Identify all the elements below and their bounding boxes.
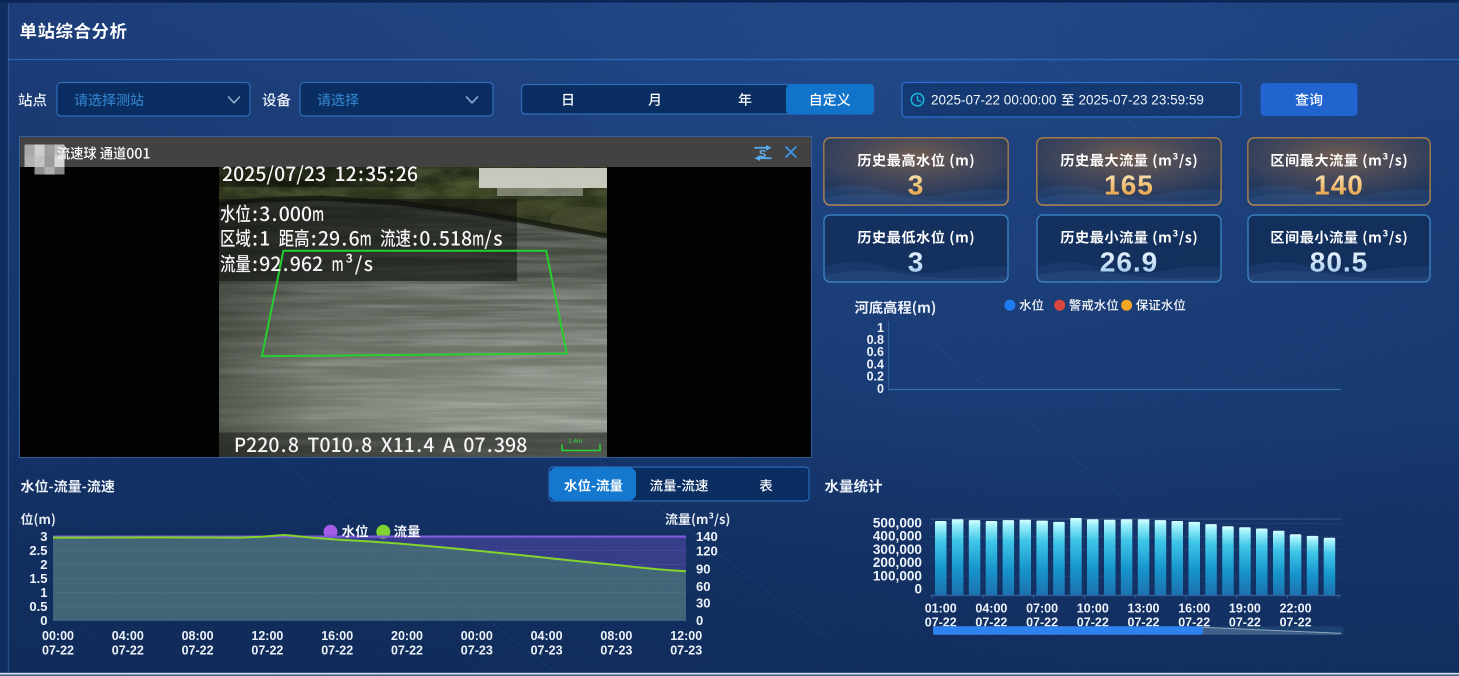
svg-text:2: 2 (40, 557, 47, 572)
svg-text:2025-07-22 00:00:00: 2025-07-22 00:00:00 (931, 92, 1056, 107)
svg-text:0: 0 (914, 582, 922, 597)
svg-text:19:00: 19:00 (1229, 602, 1261, 616)
svg-text:07-22: 07-22 (391, 644, 423, 658)
svg-text:04:00: 04:00 (531, 629, 563, 643)
svg-text:00:00: 00:00 (461, 629, 493, 643)
svg-text:140: 140 (1314, 170, 1364, 201)
svg-text:16:00: 16:00 (1178, 602, 1210, 616)
svg-text:1.4m: 1.4m (568, 438, 582, 445)
svg-text:07-23: 07-23 (461, 644, 493, 658)
svg-text:80.5: 80.5 (1310, 247, 1369, 278)
svg-text:1.5: 1.5 (29, 571, 47, 586)
svg-text:0: 0 (40, 613, 47, 628)
svg-text:08:00: 08:00 (600, 629, 632, 643)
svg-text:07:00: 07:00 (1026, 602, 1058, 616)
svg-text:07-23: 07-23 (670, 644, 702, 658)
svg-text:12:00: 12:00 (670, 629, 702, 643)
svg-text:20:00: 20:00 (391, 629, 423, 643)
svg-text:90: 90 (696, 562, 710, 577)
svg-text:07-22: 07-22 (251, 644, 283, 658)
svg-text:07-23: 07-23 (531, 644, 563, 658)
svg-text:400,000: 400,000 (873, 529, 922, 544)
svg-text:60: 60 (696, 579, 710, 594)
svg-text:120: 120 (696, 544, 718, 559)
svg-text:26.9: 26.9 (1100, 247, 1159, 278)
svg-text:3: 3 (40, 529, 47, 544)
svg-text:2025-07-23 23:59:59: 2025-07-23 23:59:59 (1079, 92, 1204, 107)
svg-text:200,000: 200,000 (873, 555, 922, 570)
svg-text:07-22: 07-22 (112, 644, 144, 658)
svg-text:22:00: 22:00 (1280, 602, 1312, 616)
svg-text:3: 3 (908, 247, 925, 278)
svg-text:30: 30 (696, 596, 710, 611)
svg-text:0: 0 (877, 382, 884, 396)
svg-text:0: 0 (696, 613, 703, 628)
svg-text:16:00: 16:00 (321, 629, 353, 643)
svg-text:12:00: 12:00 (251, 629, 283, 643)
svg-text:10:00: 10:00 (1077, 602, 1109, 616)
svg-text:00:00: 00:00 (42, 629, 74, 643)
svg-text:0.5: 0.5 (29, 599, 47, 614)
svg-text:07-22: 07-22 (182, 644, 214, 658)
svg-text:500,000: 500,000 (873, 516, 922, 531)
svg-text:13:00: 13:00 (1128, 602, 1160, 616)
svg-text:100,000: 100,000 (873, 568, 922, 583)
svg-text:01:00: 01:00 (925, 602, 957, 616)
svg-text:3: 3 (908, 170, 925, 201)
svg-text:165: 165 (1104, 170, 1154, 201)
svg-text:07-23: 07-23 (600, 644, 632, 658)
svg-text:04:00: 04:00 (112, 629, 144, 643)
svg-text:140: 140 (696, 529, 718, 544)
svg-text:1: 1 (40, 585, 47, 600)
svg-text:07-22: 07-22 (321, 644, 353, 658)
svg-text:2.5: 2.5 (29, 543, 47, 558)
svg-text:04:00: 04:00 (975, 602, 1007, 616)
svg-text:08:00: 08:00 (182, 629, 214, 643)
svg-text:07-22: 07-22 (42, 644, 74, 658)
svg-text:300,000: 300,000 (873, 542, 922, 557)
